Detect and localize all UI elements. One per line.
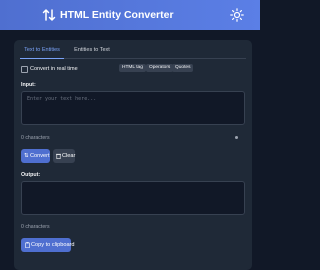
input-label: Input: (21, 82, 36, 88)
app-title: HTML Entity Converter (60, 9, 174, 21)
clear-button[interactable]: Clear (53, 149, 75, 163)
clear-button-label: Clear (62, 153, 76, 159)
app-header: HTML Entity Converter (0, 0, 260, 30)
convert-button-label: Convert (30, 153, 50, 159)
convert-button[interactable]: ⇅ Convert (21, 149, 50, 163)
input-textarea[interactable]: Enter your text here... (21, 91, 245, 125)
chip-operators[interactable]: Operators (146, 64, 174, 72)
chip-html-tag[interactable]: HTML tag (119, 64, 146, 72)
tab-entities-to-text[interactable]: Entities to Text (70, 44, 114, 58)
exchange-icon: ⇅ (24, 153, 29, 159)
output-char-count: 0 characters (21, 224, 50, 230)
copy-button-label: Copy to clipboard (31, 242, 75, 248)
tab-bar: Text to Entities Entities to Text (20, 44, 246, 59)
realtime-checkbox[interactable] (21, 66, 28, 73)
copy-to-clipboard-button[interactable]: Copy to clipboard (21, 238, 75, 252)
input-char-count: 0 characters (21, 135, 50, 141)
output-label: Output: (21, 172, 41, 178)
sun-icon[interactable] (230, 8, 244, 22)
clipboard-icon (25, 242, 30, 248)
tab-text-to-entities[interactable]: Text to Entities (20, 44, 64, 59)
converter-card: Text to Entities Entities to Text Conver… (14, 40, 252, 270)
resize-handle[interactable] (235, 136, 238, 139)
arrows-swap-icon (42, 9, 56, 21)
chip-quotes[interactable]: Quotes (172, 64, 194, 72)
realtime-label: Convert in real time (30, 66, 78, 72)
trash-icon (56, 153, 61, 159)
output-textarea[interactable] (21, 181, 245, 215)
